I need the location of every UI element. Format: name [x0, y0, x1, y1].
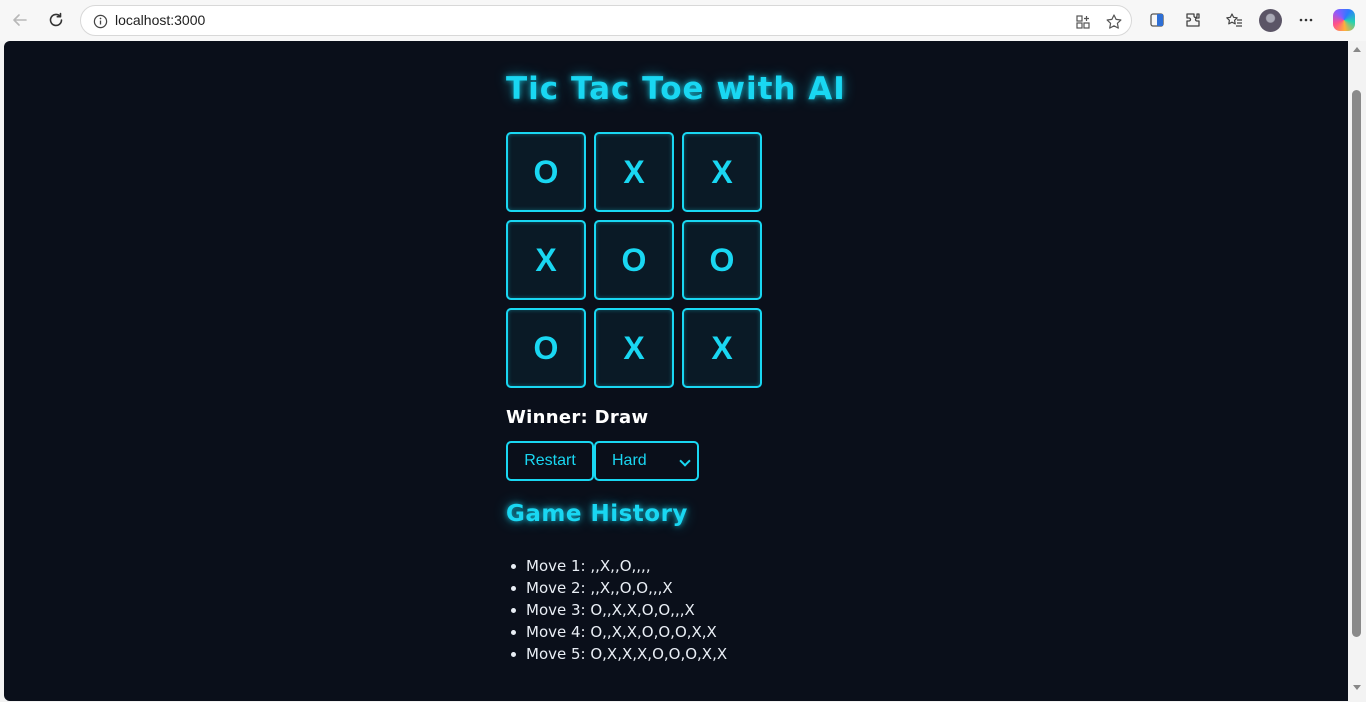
board-cell[interactable]: O — [682, 220, 762, 300]
board-cell[interactable]: X — [594, 308, 674, 388]
profile-avatar[interactable] — [1259, 9, 1282, 32]
history-list: Move 1: ,,X,,O,,,, Move 2: ,,X,,O,O,,,X … — [506, 555, 727, 665]
board-cell[interactable]: X — [682, 308, 762, 388]
history-item: Move 1: ,,X,,O,,,, — [510, 555, 727, 577]
copilot-icon[interactable] — [1333, 9, 1355, 31]
app-available-icon[interactable] — [1073, 12, 1093, 32]
back-arrow-icon[interactable] — [6, 6, 34, 34]
board-cell[interactable]: O — [506, 308, 586, 388]
page-scrollbar[interactable] — [1348, 41, 1366, 702]
favorites-icon[interactable] — [1220, 6, 1248, 34]
url-text: localhost:3000 — [115, 12, 206, 28]
history-title: Game History — [506, 501, 688, 527]
difficulty-value: Hard — [612, 452, 647, 469]
chevron-down-icon — [679, 455, 691, 467]
board-cell[interactable]: O — [594, 220, 674, 300]
history-item: Move 2: ,,X,,O,O,,,X — [510, 577, 727, 599]
game-status: Winner: Draw — [506, 407, 649, 428]
game-board: O X X X O O O X X — [506, 132, 766, 392]
browser-toolbar: localhost:3000 — [0, 0, 1366, 41]
reload-icon[interactable] — [42, 6, 70, 34]
scrollbar-thumb[interactable] — [1352, 90, 1361, 637]
restart-button[interactable]: Restart — [506, 441, 594, 481]
board-cell[interactable]: O — [506, 132, 586, 212]
board-cell[interactable]: X — [594, 132, 674, 212]
split-screen-icon[interactable] — [1143, 6, 1171, 34]
difficulty-select[interactable]: Hard — [594, 441, 699, 481]
scroll-up-icon[interactable] — [1353, 47, 1361, 52]
page-viewport: Tic Tac Toe with AI O X X X O O O X X Wi… — [4, 41, 1348, 701]
history-item: Move 5: O,X,X,X,O,O,O,X,X — [510, 645, 728, 663]
page-title: Tic Tac Toe with AI — [506, 71, 846, 107]
scroll-down-icon[interactable] — [1353, 685, 1361, 690]
board-cell[interactable]: X — [506, 220, 586, 300]
more-options-icon[interactable] — [1292, 6, 1320, 34]
address-bar[interactable]: localhost:3000 — [80, 5, 1132, 36]
board-cell[interactable]: X — [682, 132, 762, 212]
history-item: Move 4: O,,X,X,O,O,O,X,X — [510, 621, 727, 643]
favorite-star-icon[interactable] — [1104, 12, 1124, 32]
extensions-icon[interactable] — [1179, 6, 1207, 34]
history-item: Move 3: O,,X,X,O,O,,,X — [510, 599, 727, 621]
site-info-icon[interactable] — [91, 12, 109, 30]
